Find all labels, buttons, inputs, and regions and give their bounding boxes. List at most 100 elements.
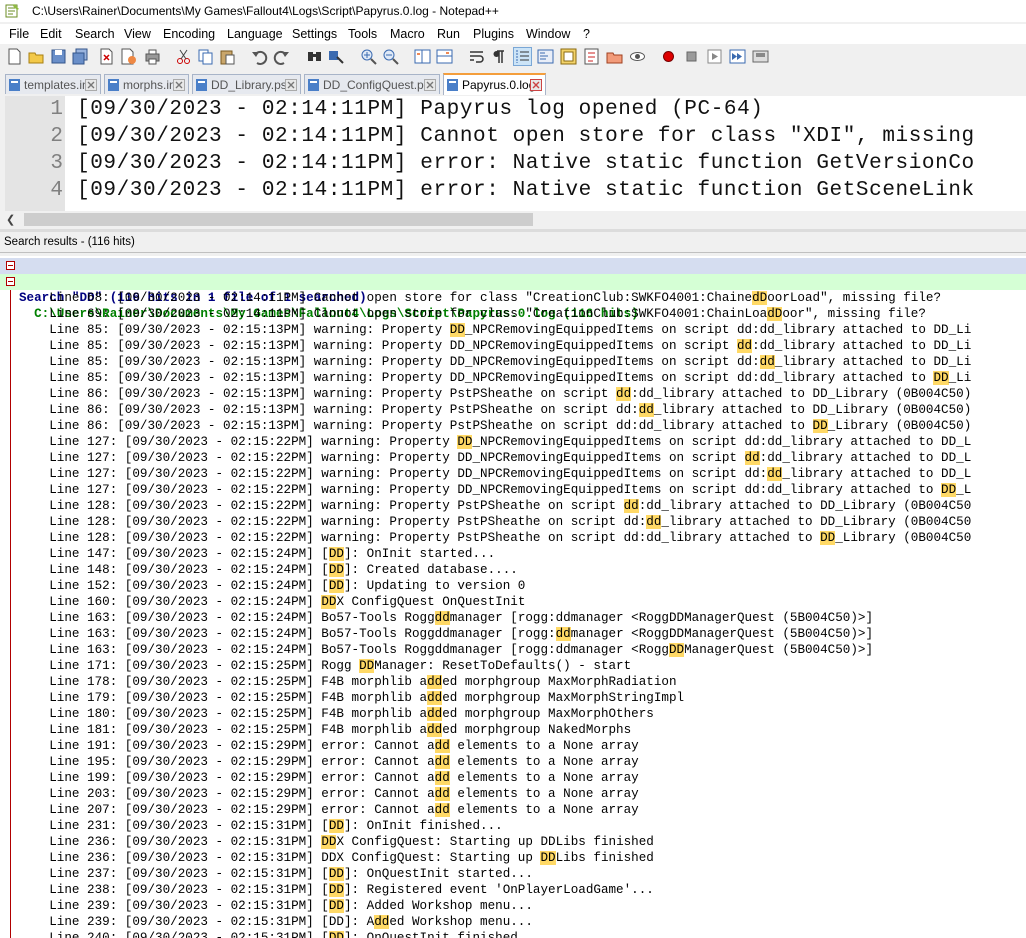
copy-icon[interactable] bbox=[197, 48, 214, 65]
code-line[interactable]: [09/30/2023 - 02:14:11PM] Papyrus log op… bbox=[77, 98, 764, 121]
search-hit-row[interactable]: Line 239: [09/30/2023 - 02:15:31PM] [DD]… bbox=[0, 914, 1026, 930]
save-all-icon[interactable] bbox=[72, 48, 89, 65]
undo-icon[interactable] bbox=[251, 48, 268, 65]
scrollbar-thumb[interactable] bbox=[24, 213, 533, 226]
search-hit-row[interactable]: Line 86: [09/30/2023 - 02:15:13PM] warni… bbox=[0, 418, 1026, 434]
search-hit-row[interactable]: Line 178: [09/30/2023 - 02:15:25PM] F4B … bbox=[0, 674, 1026, 690]
search-hit-row[interactable]: Line 69: [09/30/2023 - 02:14:11PM] Canno… bbox=[0, 306, 1026, 322]
search-hit-row[interactable]: Line 152: [09/30/2023 - 02:15:24PM] [DD]… bbox=[0, 578, 1026, 594]
menu-macro[interactable]: Macro bbox=[390, 27, 425, 41]
fold-collapse-icon[interactable] bbox=[6, 261, 15, 270]
fold-collapse-icon[interactable] bbox=[6, 277, 15, 286]
paste-icon[interactable] bbox=[219, 48, 236, 65]
code-line[interactable]: [09/30/2023 - 02:14:11PM] error: Native … bbox=[77, 179, 975, 202]
search-hit-row[interactable]: Line 181: [09/30/2023 - 02:15:25PM] F4B … bbox=[0, 722, 1026, 738]
doc-map-icon[interactable] bbox=[560, 48, 577, 65]
redo-icon[interactable] bbox=[273, 48, 290, 65]
tab-close-icon[interactable] bbox=[285, 79, 297, 91]
folder-workspace-icon[interactable] bbox=[606, 48, 623, 65]
search-hit-row[interactable]: Line 207: [09/30/2023 - 02:15:29PM] erro… bbox=[0, 802, 1026, 818]
search-hit-row[interactable]: Line 171: [09/30/2023 - 02:15:25PM] Rogg… bbox=[0, 658, 1026, 674]
save-icon[interactable] bbox=[50, 48, 67, 65]
menu-edit[interactable]: Edit bbox=[40, 27, 62, 41]
zoom-out-icon[interactable] bbox=[382, 48, 399, 65]
search-hit-row[interactable]: Line 163: [09/30/2023 - 02:15:24PM] Bo57… bbox=[0, 626, 1026, 642]
monitor-icon[interactable] bbox=[629, 48, 646, 65]
code-line[interactable]: [09/30/2023 - 02:14:11PM] Cannot open st… bbox=[77, 125, 975, 148]
search-hit-row[interactable]: Line 163: [09/30/2023 - 02:15:24PM] Bo57… bbox=[0, 642, 1026, 658]
search-hit-row[interactable]: Line 179: [09/30/2023 - 02:15:25PM] F4B … bbox=[0, 690, 1026, 706]
new-icon[interactable] bbox=[6, 48, 23, 65]
search-results-panel[interactable]: Search "DD" (116 hits in 1 file of 1 sea… bbox=[0, 256, 1026, 938]
close-icon[interactable] bbox=[98, 48, 115, 65]
search-hit-row[interactable]: Line 195: [09/30/2023 - 02:15:29PM] erro… bbox=[0, 754, 1026, 770]
search-summary-row[interactable]: Search "DD" (116 hits in 1 file of 1 sea… bbox=[0, 258, 1026, 305]
menu-run[interactable]: Run bbox=[437, 27, 460, 41]
search-hit-row[interactable]: Line 148: [09/30/2023 - 02:15:24PM] [DD]… bbox=[0, 562, 1026, 578]
search-hit-row[interactable]: Line 127: [09/30/2023 - 02:15:22PM] warn… bbox=[0, 466, 1026, 482]
search-hit-row[interactable]: Line 85: [09/30/2023 - 02:15:13PM] warni… bbox=[0, 322, 1026, 338]
menu-plugins[interactable]: Plugins bbox=[473, 27, 514, 41]
menu-language[interactable]: Language bbox=[227, 27, 283, 41]
play-macro-icon[interactable] bbox=[706, 48, 723, 65]
zoom-in-icon[interactable] bbox=[360, 48, 377, 65]
search-hit-row[interactable]: Line 68: [09/30/2023 - 02:14:11PM] Canno… bbox=[0, 290, 1026, 306]
search-hit-row[interactable]: Line 236: [09/30/2023 - 02:15:31PM] DDX … bbox=[0, 834, 1026, 850]
search-hit-row[interactable]: Line 180: [09/30/2023 - 02:15:25PM] F4B … bbox=[0, 706, 1026, 722]
menu-settings[interactable]: Settings bbox=[292, 27, 337, 41]
code-line[interactable]: [09/30/2023 - 02:14:11PM] error: Native … bbox=[77, 152, 975, 175]
cut-icon[interactable] bbox=[175, 48, 192, 65]
record-macro-icon[interactable] bbox=[660, 48, 677, 65]
scroll-left-icon[interactable]: ❮ bbox=[6, 213, 15, 226]
search-hit-row[interactable]: Line 240: [09/30/2023 - 02:15:31PM] [DD]… bbox=[0, 930, 1026, 938]
tab-close-icon[interactable] bbox=[530, 79, 542, 91]
search-hit-row[interactable]: Line 147: [09/30/2023 - 02:15:24PM] [DD]… bbox=[0, 546, 1026, 562]
search-hit-row[interactable]: Line 128: [09/30/2023 - 02:15:22PM] warn… bbox=[0, 514, 1026, 530]
search-hit-row[interactable]: Line 86: [09/30/2023 - 02:15:13PM] warni… bbox=[0, 402, 1026, 418]
run-macro-multiple-icon[interactable] bbox=[729, 48, 746, 65]
open-icon[interactable] bbox=[28, 48, 45, 65]
menu-file[interactable]: File bbox=[9, 27, 29, 41]
menu-encoding[interactable]: Encoding bbox=[163, 27, 215, 41]
tab-close-icon[interactable] bbox=[173, 79, 185, 91]
search-file-row[interactable]: C:\Users\Rainer\Documents\My Games\Fallo… bbox=[0, 274, 1026, 321]
tab-close-icon[interactable] bbox=[424, 79, 436, 91]
save-macro-icon[interactable] bbox=[752, 48, 769, 65]
close-all-icon[interactable] bbox=[120, 48, 137, 65]
word-wrap-icon[interactable] bbox=[468, 48, 485, 65]
tab-templates-ini[interactable]: templates.ini bbox=[5, 74, 101, 94]
print-icon[interactable] bbox=[144, 48, 161, 65]
search-hit-row[interactable]: Line 237: [09/30/2023 - 02:15:31PM] [DD]… bbox=[0, 866, 1026, 882]
search-hit-row[interactable]: Line 85: [09/30/2023 - 02:15:13PM] warni… bbox=[0, 370, 1026, 386]
search-hit-row[interactable]: Line 127: [09/30/2023 - 02:15:22PM] warn… bbox=[0, 450, 1026, 466]
search-hit-row[interactable]: Line 85: [09/30/2023 - 02:15:13PM] warni… bbox=[0, 338, 1026, 354]
tab-dd-library-psc[interactable]: DD_Library.psc bbox=[192, 74, 301, 94]
search-hit-row[interactable]: Line 236: [09/30/2023 - 02:15:31PM] DDX … bbox=[0, 850, 1026, 866]
search-hit-row[interactable]: Line 127: [09/30/2023 - 02:15:22PM] warn… bbox=[0, 434, 1026, 450]
tab-morphs-ini[interactable]: morphs.ini bbox=[104, 74, 189, 94]
horizontal-scrollbar[interactable]: ❮ bbox=[0, 211, 1026, 228]
sync-vertical-icon[interactable] bbox=[414, 48, 431, 65]
tab-dd-configquest-psc[interactable]: DD_ConfigQuest.psc bbox=[304, 74, 440, 94]
search-hit-row[interactable]: Line 231: [09/30/2023 - 02:15:31PM] [DD]… bbox=[0, 818, 1026, 834]
function-list-icon[interactable] bbox=[583, 48, 600, 65]
search-hit-row[interactable]: Line 191: [09/30/2023 - 02:15:29PM] erro… bbox=[0, 738, 1026, 754]
editor-pane[interactable]: 1 [09/30/2023 - 02:14:11PM] Papyrus log … bbox=[0, 96, 1026, 211]
menu-search[interactable]: Search bbox=[75, 27, 115, 41]
search-hit-row[interactable]: Line 238: [09/30/2023 - 02:15:31PM] [DD]… bbox=[0, 882, 1026, 898]
search-hit-row[interactable]: Line 160: [09/30/2023 - 02:15:24PM] DDX … bbox=[0, 594, 1026, 610]
search-hit-row[interactable]: Line 163: [09/30/2023 - 02:15:24PM] Bo57… bbox=[0, 610, 1026, 626]
find-icon[interactable] bbox=[306, 48, 323, 65]
search-hit-row[interactable]: Line 127: [09/30/2023 - 02:15:22PM] warn… bbox=[0, 482, 1026, 498]
search-hit-row[interactable]: Line 239: [09/30/2023 - 02:15:31PM] [DD]… bbox=[0, 898, 1026, 914]
tab-close-icon[interactable] bbox=[85, 79, 97, 91]
show-all-chars-icon[interactable] bbox=[490, 48, 507, 65]
panel-splitter[interactable] bbox=[0, 229, 1026, 232]
search-hit-row[interactable]: Line 203: [09/30/2023 - 02:15:29PM] erro… bbox=[0, 786, 1026, 802]
search-hit-row[interactable]: Line 85: [09/30/2023 - 02:15:13PM] warni… bbox=[0, 354, 1026, 370]
menu-tools[interactable]: Tools bbox=[348, 27, 377, 41]
replace-icon[interactable] bbox=[328, 48, 345, 65]
indent-guide-icon[interactable] bbox=[513, 47, 532, 66]
search-hit-row[interactable]: Line 128: [09/30/2023 - 02:15:22PM] warn… bbox=[0, 498, 1026, 514]
udl-icon[interactable] bbox=[537, 48, 554, 65]
